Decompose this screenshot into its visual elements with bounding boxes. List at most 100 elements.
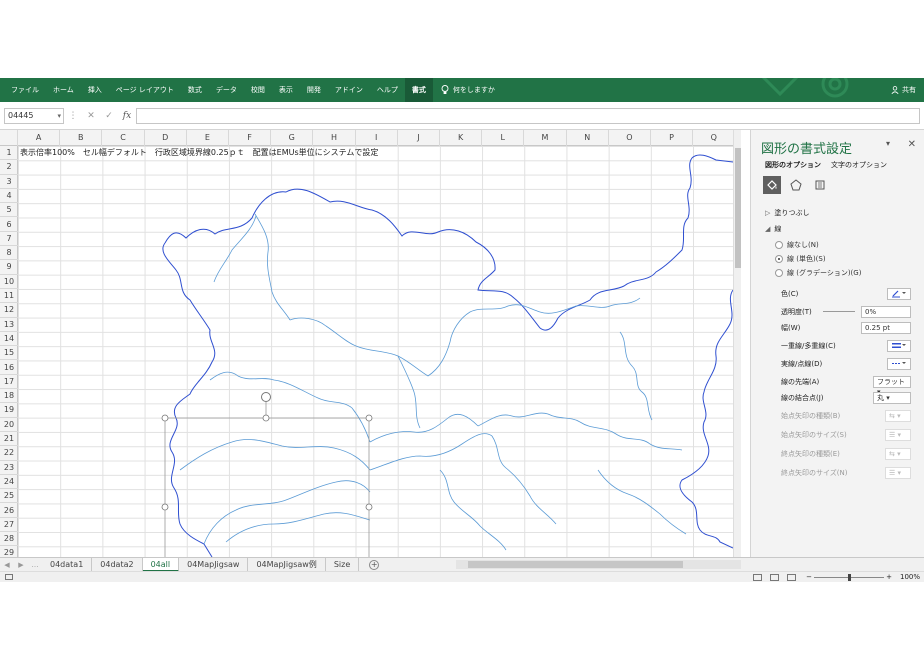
transparency-input[interactable]: 0% xyxy=(861,306,911,318)
tell-me[interactable]: 何をしますか xyxy=(441,85,495,95)
column-header[interactable]: P xyxy=(651,130,694,146)
column-header[interactable]: L xyxy=(482,130,525,146)
column-header[interactable]: B xyxy=(60,130,103,146)
ribbon-tab-5[interactable]: データ xyxy=(209,78,244,102)
formula-input[interactable] xyxy=(136,107,920,124)
ribbon-tab-8[interactable]: 開発 xyxy=(300,78,328,102)
column-header[interactable]: J xyxy=(398,130,440,146)
row-header[interactable]: 28 xyxy=(0,532,18,547)
row-header[interactable]: 1 xyxy=(0,146,18,161)
tab-shape-options[interactable]: 図形のオプション xyxy=(765,160,821,170)
row-header[interactable]: 13 xyxy=(0,318,18,332)
radio-line-solid[interactable]: 線 (単色)(S) xyxy=(775,254,826,264)
color-picker[interactable] xyxy=(887,288,911,300)
section-line[interactable]: ◢ 線 xyxy=(765,224,781,234)
column-header[interactable]: A xyxy=(18,130,61,146)
ribbon-tab-10[interactable]: ヘルプ xyxy=(370,78,405,102)
fill-line-icon[interactable] xyxy=(763,176,781,194)
column-header[interactable]: N xyxy=(567,130,609,146)
ribbon-tab-0[interactable]: ファイル xyxy=(4,78,46,102)
row-header[interactable]: 16 xyxy=(0,361,18,375)
select-all-corner[interactable] xyxy=(0,130,18,146)
column-header[interactable]: F xyxy=(229,130,272,146)
name-box[interactable]: 04445 xyxy=(4,107,64,124)
prev-sheet-icon[interactable]: ◀ xyxy=(0,561,14,569)
tab-text-options[interactable]: 文字のオプション xyxy=(831,160,887,170)
ribbon-tab-1[interactable]: ホーム xyxy=(46,78,81,102)
row-header[interactable]: 2 xyxy=(0,160,18,175)
row-header[interactable]: 20 xyxy=(0,418,18,432)
enter-icon[interactable]: ✓ xyxy=(100,111,118,121)
row-header[interactable]: 7 xyxy=(0,232,18,247)
zoom-slider-knob[interactable] xyxy=(848,574,851,581)
zoom-in-icon[interactable]: + xyxy=(886,572,892,583)
column-header[interactable]: K xyxy=(440,130,483,146)
size-properties-icon[interactable] xyxy=(811,176,829,194)
vertical-scroll-thumb[interactable] xyxy=(735,148,741,268)
row-header[interactable]: 12 xyxy=(0,303,18,318)
row-header[interactable]: 10 xyxy=(0,275,18,289)
ribbon-tab-6[interactable]: 校閲 xyxy=(244,78,272,102)
row-header[interactable]: 25 xyxy=(0,489,18,504)
width-input[interactable]: 0.25 pt xyxy=(861,322,911,334)
dash-dropdown[interactable] xyxy=(887,358,911,370)
horizontal-scrollbar[interactable] xyxy=(456,560,741,569)
row-header[interactable]: 17 xyxy=(0,375,18,390)
macro-record-icon[interactable] xyxy=(5,574,13,580)
ribbon-tab-3[interactable]: ページ レイアウト xyxy=(109,78,181,102)
row-header[interactable]: 5 xyxy=(0,203,18,218)
column-header[interactable]: D xyxy=(145,130,187,146)
column-header[interactable]: G xyxy=(271,130,314,146)
row-header[interactable]: 18 xyxy=(0,389,18,404)
page-break-view-icon[interactable] xyxy=(787,574,796,581)
row-header[interactable]: 15 xyxy=(0,346,18,361)
worksheet-grid[interactable]: ABCDEFGHIJKLMNOPQ 1 2 3 4 5 6 7 8 9 10 11 12 13 14 15 1… xyxy=(0,130,741,557)
row-header[interactable]: 8 xyxy=(0,246,18,261)
column-header[interactable]: O xyxy=(609,130,651,146)
section-fill[interactable]: ▷ 塗りつぶし xyxy=(765,208,809,218)
ribbon-tab-4[interactable]: 数式 xyxy=(181,78,209,102)
row-header[interactable]: 27 xyxy=(0,518,18,533)
cap-dropdown[interactable]: フラット ▾ xyxy=(873,376,911,396)
zoom-level[interactable]: 100% xyxy=(900,572,920,583)
normal-view-icon[interactable] xyxy=(753,574,762,581)
next-sheet-icon[interactable]: ▶ xyxy=(14,561,28,569)
map-shapes[interactable] xyxy=(18,146,733,557)
radio-line-gradient[interactable]: 線 (グラデーション)(G) xyxy=(775,268,861,278)
row-header[interactable]: 29 xyxy=(0,546,18,557)
insert-function-button[interactable]: fx xyxy=(118,111,136,121)
column-header[interactable]: M xyxy=(524,130,567,146)
page-layout-view-icon[interactable] xyxy=(770,574,779,581)
row-header[interactable]: 23 xyxy=(0,461,18,475)
row-header[interactable]: 22 xyxy=(0,446,18,461)
row-header[interactable]: 6 xyxy=(0,218,18,232)
zoom-slider[interactable] xyxy=(814,574,884,581)
transparency-slider[interactable] xyxy=(823,311,855,312)
effects-icon[interactable] xyxy=(787,176,805,194)
join-dropdown[interactable]: 丸 ▾ xyxy=(873,392,911,404)
row-header[interactable]: 3 xyxy=(0,175,18,189)
column-header[interactable]: H xyxy=(313,130,356,146)
sheet-tab[interactable]: Size xyxy=(326,557,360,572)
compound-dropdown[interactable] xyxy=(887,340,911,352)
row-header[interactable]: 4 xyxy=(0,189,18,204)
row-header[interactable]: 14 xyxy=(0,332,18,347)
horizontal-scroll-thumb[interactable] xyxy=(468,561,683,568)
ribbon-tab-7[interactable]: 表示 xyxy=(272,78,300,102)
vertical-scrollbar[interactable] xyxy=(733,130,741,557)
ribbon-tab-11[interactable]: 書式 xyxy=(404,78,433,102)
cancel-icon[interactable]: ✕ xyxy=(82,111,100,121)
pane-options-icon[interactable]: ▾ xyxy=(886,139,890,148)
column-header[interactable]: E xyxy=(187,130,229,146)
selection-box[interactable] xyxy=(161,392,373,558)
column-header[interactable]: I xyxy=(356,130,398,146)
zoom-out-icon[interactable]: − xyxy=(806,572,812,583)
row-header[interactable]: 19 xyxy=(0,403,18,418)
sheet-tab[interactable]: 04MapJigsaw xyxy=(179,557,249,572)
sheet-tab[interactable]: 04MapJigsaw例 xyxy=(248,557,326,572)
close-icon[interactable]: ✕ xyxy=(908,139,916,150)
row-header[interactable]: 9 xyxy=(0,260,18,275)
sheet-tab[interactable]: 04all xyxy=(142,557,180,572)
more-sheets-icon[interactable]: … xyxy=(28,561,42,569)
ribbon-tab-9[interactable]: アドイン xyxy=(328,78,370,102)
